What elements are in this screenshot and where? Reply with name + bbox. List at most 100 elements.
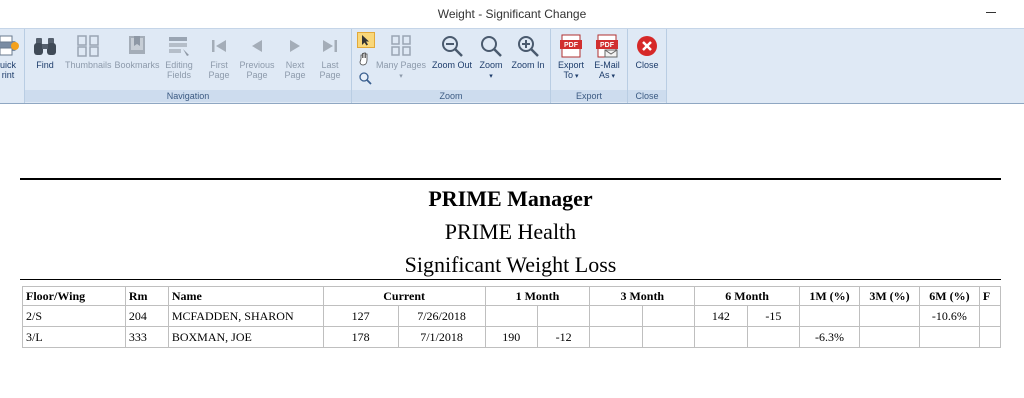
email-as-button[interactable]: PDF E-Mail As ▾: [589, 34, 625, 82]
cell-6m-change: -15: [746, 305, 801, 327]
cell-1m-pct: -6.3%: [799, 326, 860, 348]
cell-6m-pct: [918, 326, 980, 348]
report-subtitle: PRIME Health: [444, 219, 577, 244]
cell-3m-weight: [589, 305, 643, 327]
cell-3m-weight: [589, 326, 643, 348]
header-f: F: [978, 286, 1002, 306]
email-as-label-bottom: As: [599, 70, 610, 80]
zoom-out-label: Zoom Out: [431, 60, 472, 70]
cell-current-date: 7/26/2018: [397, 305, 486, 327]
zoom-in-button[interactable]: Zoom In: [508, 34, 548, 70]
document-viewer-border: [0, 103, 1024, 104]
ribbon-group-export: PDF Export To ▾ PDF E-Mail As ▾ Export: [551, 29, 628, 103]
cell-3m-change: [641, 305, 696, 327]
close-label: Close: [635, 60, 659, 70]
cell-name: MCFADDEN, SHARON: [167, 305, 324, 327]
table-row: 3/L 333 BOXMAN, JOE 178 7/1/2018 190 -12…: [22, 326, 1002, 348]
export-to-button[interactable]: PDF Export To ▾: [553, 34, 589, 82]
navigation-group-label: Navigation: [25, 90, 351, 102]
many-pages-button[interactable]: Many Pages ▾: [374, 34, 428, 82]
report-name: Significant Weight Loss: [404, 252, 617, 277]
cell-current-weight: 127: [322, 305, 399, 327]
zoom-label: Zoom: [479, 60, 503, 70]
cell-3m-pct: [859, 305, 920, 327]
first-page-icon: [212, 40, 226, 52]
many-pages-label: Many Pages: [375, 60, 427, 70]
bookmark-icon: [129, 36, 145, 54]
svg-text:PDF: PDF: [564, 42, 579, 49]
close-circle-icon: [637, 36, 657, 56]
zoom-in-icon: [518, 36, 539, 57]
ribbon-group-zoom: Many Pages ▾ Zoom Out Zoom ▾ Zoom In Zoo…: [352, 29, 551, 103]
bookmarks-button[interactable]: Bookmarks: [113, 34, 161, 70]
next-page-label-bottom: Page: [284, 70, 306, 80]
last-page-label-bottom: Page: [319, 70, 341, 80]
quick-print-button[interactable]: uick rint: [0, 34, 22, 80]
minimize-button[interactable]: [984, 4, 998, 18]
header-name: Name: [167, 286, 324, 306]
zoom-button[interactable]: Zoom ▾: [476, 34, 506, 82]
binoculars-icon: [34, 38, 56, 55]
close-button[interactable]: Close: [631, 34, 663, 70]
header-1-month: 1 Month: [484, 286, 591, 306]
magnifier-tool-button[interactable]: [358, 71, 372, 85]
magnifier-small-icon: [359, 72, 372, 85]
header-3m-pct: 3M (%): [859, 286, 920, 306]
svg-text:PDF: PDF: [600, 42, 615, 49]
pdf-email-icon: PDF: [596, 34, 618, 58]
many-pages-dropdown-arrow[interactable]: ▾: [399, 73, 403, 80]
ribbon-group-navigation: Find Thumbnails Bookmarks Editing Fields…: [25, 29, 352, 103]
cell-6m-weight: 142: [694, 305, 748, 327]
ribbon-group-print: uick rint: [0, 29, 25, 103]
thumbnails-icon: [77, 35, 99, 57]
pointer-icon: [362, 35, 369, 46]
header-floor-wing: Floor/Wing: [22, 286, 126, 306]
find-button[interactable]: Find: [29, 34, 61, 70]
header-current: Current: [322, 286, 486, 306]
cell-f: [978, 305, 1002, 327]
last-page-button[interactable]: Last Page: [313, 34, 347, 80]
next-page-button[interactable]: Next Page: [279, 34, 311, 80]
previous-page-button[interactable]: Previous Page: [237, 34, 277, 80]
cell-6m-change: [746, 326, 801, 348]
thumbnails-button[interactable]: Thumbnails: [65, 34, 112, 70]
zoom-icon: [481, 36, 502, 57]
previous-page-label-top: Previous: [239, 60, 275, 70]
previous-page-label-bottom: Page: [246, 70, 268, 80]
quick-print-label-bottom: rint: [1, 70, 15, 80]
editing-fields-label-bottom: Fields: [166, 70, 191, 80]
header-6m-pct: 6M (%): [918, 286, 980, 306]
email-as-dropdown-arrow[interactable]: ▾: [610, 73, 615, 80]
ribbon-toolbar: uick rint Find Thumbnails Bookmarks Edit…: [0, 28, 1024, 104]
cell-current-date: 7/1/2018: [397, 326, 486, 348]
next-page-icon: [290, 40, 300, 52]
many-pages-icon: [391, 35, 411, 56]
zoom-out-button[interactable]: Zoom Out: [430, 34, 474, 70]
table-row: 2/S 204 MCFADDEN, SHARON 127 7/26/2018 1…: [22, 305, 1002, 327]
first-page-button[interactable]: First Page: [201, 34, 237, 80]
zoom-dropdown-arrow[interactable]: ▾: [489, 73, 493, 80]
cell-1m-pct: [799, 305, 860, 327]
zoom-in-label: Zoom In: [511, 60, 545, 70]
pdf-export-icon: PDF: [560, 34, 582, 58]
pointer-tool-button[interactable]: [357, 32, 375, 48]
cell-6m-weight: [694, 326, 748, 348]
report-top-rule: [20, 178, 1001, 180]
hand-icon: [359, 52, 368, 66]
export-to-dropdown-arrow[interactable]: ▾: [573, 73, 579, 80]
next-page-label-top: Next: [285, 60, 305, 70]
close-group-label: Close: [628, 90, 666, 102]
hand-tool-button[interactable]: [358, 52, 372, 66]
export-to-label-top: Export: [557, 60, 584, 70]
table-header-row: Floor/Wing Rm Name Current 1 Month 3 Mon…: [22, 286, 1002, 306]
cell-1m-weight: [484, 305, 538, 327]
cell-1m-change: -12: [536, 326, 591, 348]
cell-f: [978, 326, 1002, 348]
header-6-month: 6 Month: [694, 286, 801, 306]
editing-fields-label-top: Editing: [165, 60, 193, 70]
last-page-icon: [323, 40, 337, 52]
export-to-label-bottom: To: [563, 70, 574, 80]
cell-3m-change: [641, 326, 696, 348]
last-page-label-top: Last: [321, 60, 339, 70]
editing-fields-button[interactable]: Editing Fields: [161, 34, 197, 80]
